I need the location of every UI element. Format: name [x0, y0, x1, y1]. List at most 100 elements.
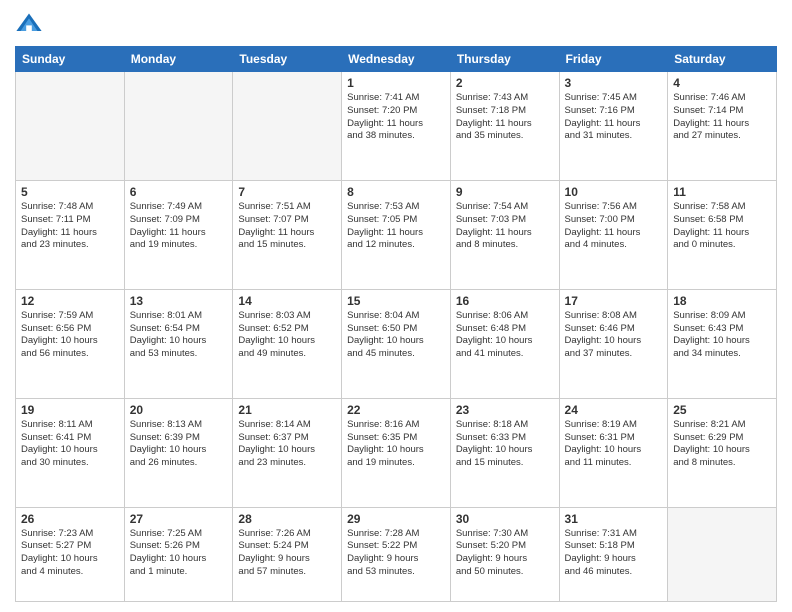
calendar-cell-5-5: 30 Sunrise: 7:30 AM Sunset: 5:20 PM Dayli… — [450, 507, 559, 601]
day-info: Sunrise: 8:14 AM Sunset: 6:37 PM Dayligh… — [238, 419, 336, 470]
day-number: 10 — [565, 185, 663, 199]
calendar-cell-3-7: 18Sunrise: 8:09 AM Sunset: 6:43 PM Dayli… — [668, 289, 777, 398]
logo — [15, 10, 47, 38]
day-info: Sunrise: 7:45 AM Sunset: 7:16 PM Dayligh… — [565, 92, 663, 143]
day-info: Sunrise: 8:11 AM Sunset: 6:41 PM Dayligh… — [21, 419, 119, 470]
day-number: 2 — [456, 76, 554, 90]
calendar-cell-4-1: 19 Sunrise: 8:11 AM Sunset: 6:41 PM Dayli… — [16, 398, 125, 507]
calendar-cell-5-1: 26Sunrise: 7:23 AM Sunset: 5:27 PM Dayli… — [16, 507, 125, 601]
day-number: 30 — [456, 512, 554, 526]
day-info: Sunrise: 7:56 AM Sunset: 7:00 PM Dayligh… — [565, 201, 663, 252]
calendar-cell-3-6: 17 Sunrise: 8:08 AM Sunset: 6:46 PM Dayli… — [559, 289, 668, 398]
day-number: 14 — [238, 294, 336, 308]
day-info: Sunrise: 7:26 AM Sunset: 5:24 PM Dayligh… — [238, 528, 336, 579]
calendar-cell-1-2 — [124, 72, 233, 181]
day-number: 23 — [456, 403, 554, 417]
day-info: Sunrise: 7:41 AM Sunset: 7:20 PM Dayligh… — [347, 92, 445, 143]
day-number: 9 — [456, 185, 554, 199]
calendar-header-thursday: Thursday — [450, 47, 559, 72]
calendar-cell-2-4: 8 Sunrise: 7:53 AM Sunset: 7:05 PM Daylig… — [342, 180, 451, 289]
calendar-cell-3-1: 12 Sunrise: 7:59 AM Sunset: 6:56 PM Dayli… — [16, 289, 125, 398]
calendar-cell-2-1: 5Sunrise: 7:48 AM Sunset: 7:11 PM Daylig… — [16, 180, 125, 289]
calendar-week-4: 19 Sunrise: 8:11 AM Sunset: 6:41 PM Dayli… — [16, 398, 777, 507]
calendar-header-row: SundayMondayTuesdayWednesdayThursdayFrid… — [16, 47, 777, 72]
calendar-cell-1-5: 2 Sunrise: 7:43 AM Sunset: 7:18 PM Daylig… — [450, 72, 559, 181]
day-info: Sunrise: 8:04 AM Sunset: 6:50 PM Dayligh… — [347, 310, 445, 361]
day-info: Sunrise: 7:49 AM Sunset: 7:09 PM Dayligh… — [130, 201, 228, 252]
day-number: 12 — [21, 294, 119, 308]
day-number: 8 — [347, 185, 445, 199]
calendar-cell-1-1 — [16, 72, 125, 181]
day-number: 27 — [130, 512, 228, 526]
calendar-week-2: 5Sunrise: 7:48 AM Sunset: 7:11 PM Daylig… — [16, 180, 777, 289]
day-info: Sunrise: 7:53 AM Sunset: 7:05 PM Dayligh… — [347, 201, 445, 252]
day-number: 6 — [130, 185, 228, 199]
calendar-cell-4-5: 23 Sunrise: 8:18 AM Sunset: 6:33 PM Dayli… — [450, 398, 559, 507]
day-number: 15 — [347, 294, 445, 308]
day-info: Sunrise: 8:19 AM Sunset: 6:31 PM Dayligh… — [565, 419, 663, 470]
calendar-cell-5-3: 28 Sunrise: 7:26 AM Sunset: 5:24 PM Dayli… — [233, 507, 342, 601]
calendar-cell-4-2: 20 Sunrise: 8:13 AM Sunset: 6:39 PM Dayli… — [124, 398, 233, 507]
day-number: 24 — [565, 403, 663, 417]
calendar-header-saturday: Saturday — [668, 47, 777, 72]
calendar-cell-3-4: 15 Sunrise: 8:04 AM Sunset: 6:50 PM Dayli… — [342, 289, 451, 398]
day-info: Sunrise: 7:46 AM Sunset: 7:14 PM Dayligh… — [673, 92, 771, 143]
day-number: 17 — [565, 294, 663, 308]
calendar-cell-2-6: 10 Sunrise: 7:56 AM Sunset: 7:00 PM Dayli… — [559, 180, 668, 289]
page: SundayMondayTuesdayWednesdayThursdayFrid… — [0, 0, 792, 612]
calendar-cell-3-3: 14 Sunrise: 8:03 AM Sunset: 6:52 PM Dayli… — [233, 289, 342, 398]
calendar-cell-2-3: 7Sunrise: 7:51 AM Sunset: 7:07 PM Daylig… — [233, 180, 342, 289]
logo-icon — [15, 10, 43, 38]
calendar-header-wednesday: Wednesday — [342, 47, 451, 72]
day-number: 21 — [238, 403, 336, 417]
calendar-cell-2-5: 9Sunrise: 7:54 AM Sunset: 7:03 PM Daylig… — [450, 180, 559, 289]
calendar-cell-5-4: 29Sunrise: 7:28 AM Sunset: 5:22 PM Dayli… — [342, 507, 451, 601]
calendar-cell-3-2: 13 Sunrise: 8:01 AM Sunset: 6:54 PM Dayli… — [124, 289, 233, 398]
calendar-cell-1-3 — [233, 72, 342, 181]
day-info: Sunrise: 7:43 AM Sunset: 7:18 PM Dayligh… — [456, 92, 554, 143]
calendar-cell-4-3: 21 Sunrise: 8:14 AM Sunset: 6:37 PM Dayli… — [233, 398, 342, 507]
day-info: Sunrise: 7:28 AM Sunset: 5:22 PM Dayligh… — [347, 528, 445, 579]
calendar-header-monday: Monday — [124, 47, 233, 72]
calendar-cell-4-6: 24 Sunrise: 8:19 AM Sunset: 6:31 PM Dayli… — [559, 398, 668, 507]
day-info: Sunrise: 8:09 AM Sunset: 6:43 PM Dayligh… — [673, 310, 771, 361]
day-number: 5 — [21, 185, 119, 199]
calendar-cell-4-4: 22Sunrise: 8:16 AM Sunset: 6:35 PM Dayli… — [342, 398, 451, 507]
day-info: Sunrise: 8:01 AM Sunset: 6:54 PM Dayligh… — [130, 310, 228, 361]
day-number: 16 — [456, 294, 554, 308]
day-info: Sunrise: 7:23 AM Sunset: 5:27 PM Dayligh… — [21, 528, 119, 579]
day-number: 1 — [347, 76, 445, 90]
day-number: 22 — [347, 403, 445, 417]
day-info: Sunrise: 7:59 AM Sunset: 6:56 PM Dayligh… — [21, 310, 119, 361]
day-info: Sunrise: 8:13 AM Sunset: 6:39 PM Dayligh… — [130, 419, 228, 470]
calendar-cell-1-4: 1 Sunrise: 7:41 AM Sunset: 7:20 PM Daylig… — [342, 72, 451, 181]
calendar-cell-5-2: 27 Sunrise: 7:25 AM Sunset: 5:26 PM Dayli… — [124, 507, 233, 601]
day-info: Sunrise: 7:31 AM Sunset: 5:18 PM Dayligh… — [565, 528, 663, 579]
day-info: Sunrise: 7:30 AM Sunset: 5:20 PM Dayligh… — [456, 528, 554, 579]
day-info: Sunrise: 8:21 AM Sunset: 6:29 PM Dayligh… — [673, 419, 771, 470]
day-info: Sunrise: 8:08 AM Sunset: 6:46 PM Dayligh… — [565, 310, 663, 361]
calendar-header-friday: Friday — [559, 47, 668, 72]
day-number: 25 — [673, 403, 771, 417]
day-info: Sunrise: 8:18 AM Sunset: 6:33 PM Dayligh… — [456, 419, 554, 470]
day-number: 13 — [130, 294, 228, 308]
day-number: 20 — [130, 403, 228, 417]
calendar-table: SundayMondayTuesdayWednesdayThursdayFrid… — [15, 46, 777, 602]
day-number: 11 — [673, 185, 771, 199]
day-info: Sunrise: 7:51 AM Sunset: 7:07 PM Dayligh… — [238, 201, 336, 252]
day-info: Sunrise: 7:25 AM Sunset: 5:26 PM Dayligh… — [130, 528, 228, 579]
calendar-cell-3-5: 16Sunrise: 8:06 AM Sunset: 6:48 PM Dayli… — [450, 289, 559, 398]
calendar-cell-2-2: 6 Sunrise: 7:49 AM Sunset: 7:09 PM Daylig… — [124, 180, 233, 289]
calendar-week-5: 26Sunrise: 7:23 AM Sunset: 5:27 PM Dayli… — [16, 507, 777, 601]
day-info: Sunrise: 7:58 AM Sunset: 6:58 PM Dayligh… — [673, 201, 771, 252]
day-info: Sunrise: 8:03 AM Sunset: 6:52 PM Dayligh… — [238, 310, 336, 361]
header — [15, 10, 777, 38]
calendar-cell-1-7: 4 Sunrise: 7:46 AM Sunset: 7:14 PM Daylig… — [668, 72, 777, 181]
day-number: 4 — [673, 76, 771, 90]
day-number: 28 — [238, 512, 336, 526]
calendar-cell-5-6: 31 Sunrise: 7:31 AM Sunset: 5:18 PM Dayli… — [559, 507, 668, 601]
calendar-cell-2-7: 11 Sunrise: 7:58 AM Sunset: 6:58 PM Dayli… — [668, 180, 777, 289]
day-number: 31 — [565, 512, 663, 526]
day-number: 19 — [21, 403, 119, 417]
calendar-header-sunday: Sunday — [16, 47, 125, 72]
